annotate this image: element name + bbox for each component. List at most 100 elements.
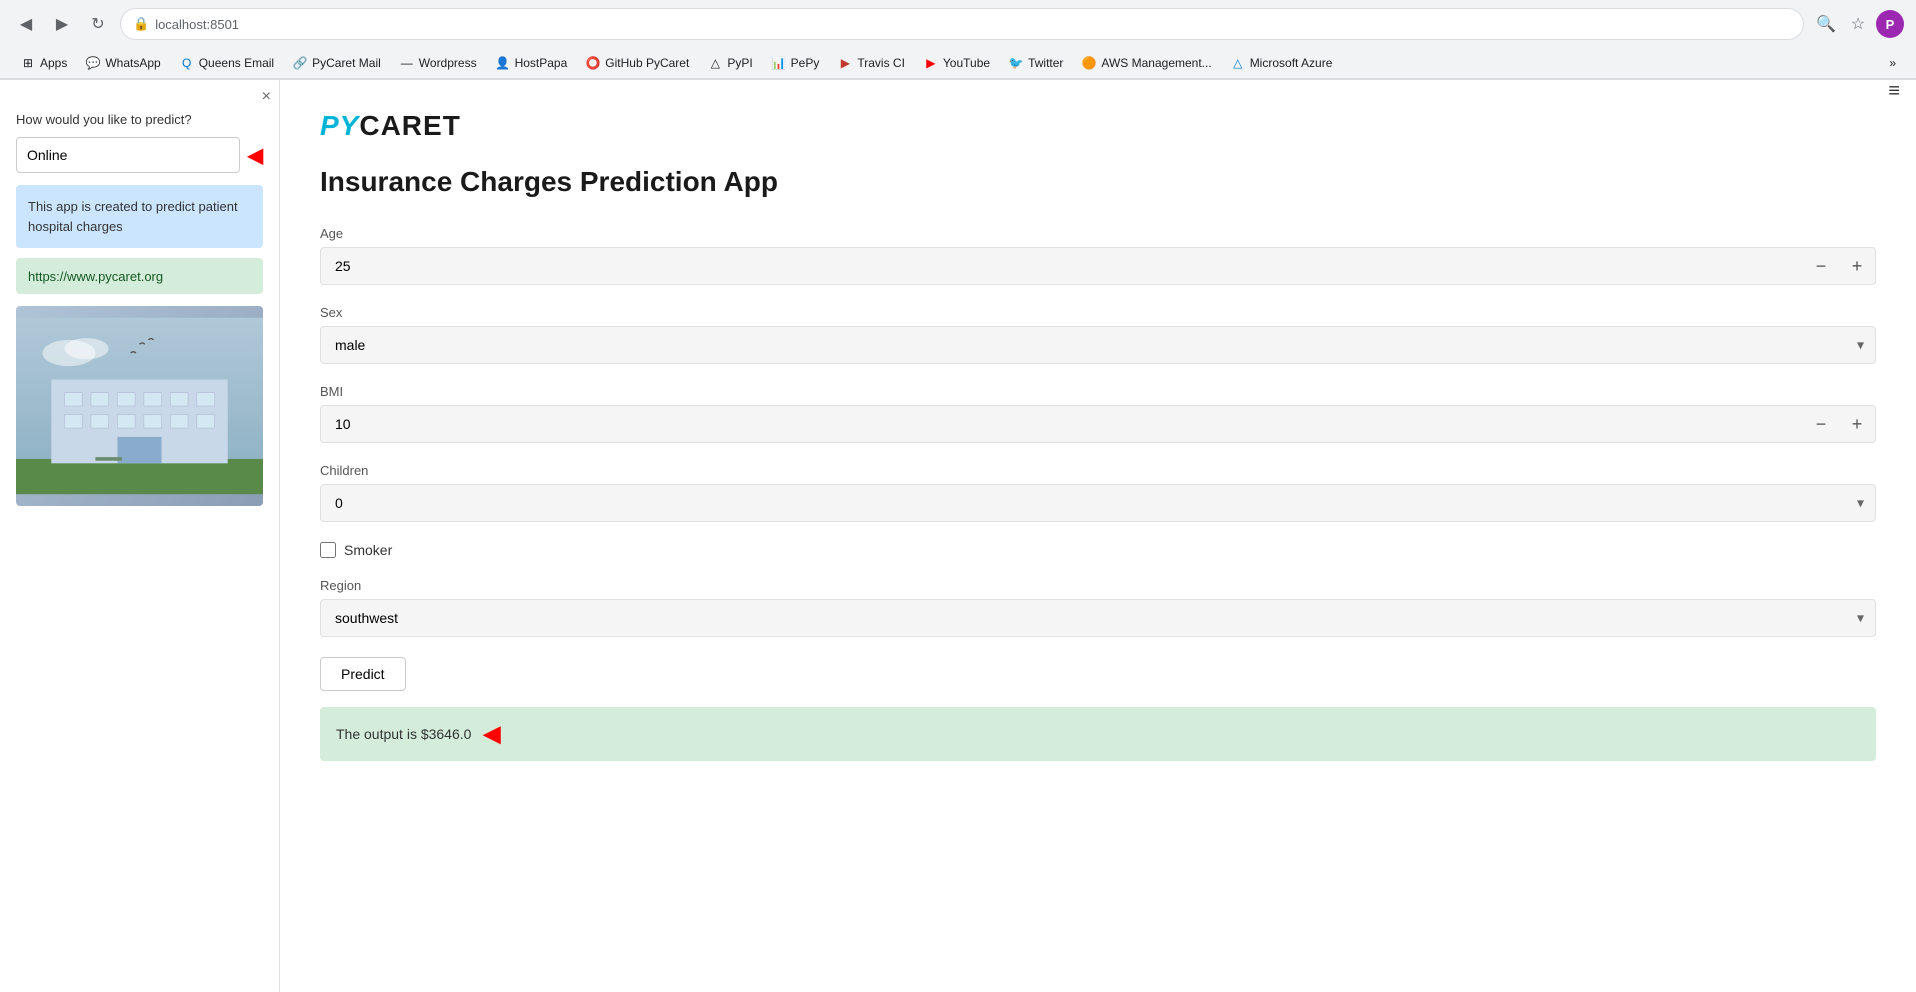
bookmark-twitter[interactable]: 🐦 Twitter: [1000, 52, 1071, 74]
logo-py: PY: [320, 110, 359, 141]
children-label: Children: [320, 463, 1876, 478]
avatar[interactable]: P: [1876, 10, 1904, 38]
age-increment-button[interactable]: +: [1839, 248, 1875, 284]
search-button[interactable]: 🔍: [1812, 10, 1840, 38]
hospital-image: [16, 306, 263, 506]
bookmark-azure-label: Microsoft Azure: [1250, 56, 1333, 70]
bookmark-azure[interactable]: △ Microsoft Azure: [1222, 52, 1341, 74]
sidebar: × How would you like to predict? Online …: [0, 80, 280, 992]
children-select[interactable]: 0 1 2 3 4 5: [320, 484, 1876, 522]
lock-icon: 🔒: [133, 16, 149, 32]
smoker-label: Smoker: [344, 542, 392, 558]
age-input-row: 25 − +: [320, 247, 1876, 285]
children-select-wrapper: 0 1 2 3 4 5: [320, 484, 1876, 522]
children-field-group: Children 0 1 2 3 4 5: [320, 463, 1876, 522]
bmi-input-row: 10 − +: [320, 405, 1876, 443]
wordpress-icon: —: [399, 55, 415, 71]
bookmark-hostpapa-label: HostPapa: [515, 56, 568, 70]
bookmarks-bar: ⊞ Apps 💬 WhatsApp Q Queens Email 🔗 PyCar…: [0, 48, 1916, 79]
bookmark-hostpapa[interactable]: 👤 HostPapa: [487, 52, 576, 74]
bookmark-pepy-label: PePy: [791, 56, 820, 70]
smoker-checkbox-group: Smoker: [320, 542, 1876, 558]
azure-icon: △: [1230, 55, 1246, 71]
bookmark-whatsapp-label: WhatsApp: [105, 56, 160, 70]
bookmark-aws-label: AWS Management...: [1101, 56, 1211, 70]
bmi-decrement-button[interactable]: −: [1803, 406, 1839, 442]
bookmark-aws[interactable]: 🟠 AWS Management...: [1073, 52, 1219, 74]
sidebar-close-button[interactable]: ×: [262, 88, 271, 106]
pepy-icon: 📊: [771, 55, 787, 71]
logo: PYCARET: [320, 110, 461, 142]
app-container: × How would you like to predict? Online …: [0, 80, 1916, 992]
app-title: Insurance Charges Prediction App: [320, 166, 1876, 198]
region-label: Region: [320, 578, 1876, 593]
bookmark-travis-label: Travis CI: [857, 56, 905, 70]
pycaret-logo: PYCARET: [320, 110, 1876, 142]
queens-email-icon: Q: [179, 55, 195, 71]
refresh-button[interactable]: ↻: [84, 10, 112, 38]
bmi-label: BMI: [320, 384, 1876, 399]
bookmark-whatsapp[interactable]: 💬 WhatsApp: [77, 52, 168, 74]
bookmark-github-pycaret[interactable]: ⭕ GitHub PyCaret: [577, 52, 697, 74]
bookmark-youtube[interactable]: ▶ YouTube: [915, 52, 998, 74]
bookmark-pycaret-mail-label: PyCaret Mail: [312, 56, 381, 70]
bookmark-travis[interactable]: ▶ Travis CI: [829, 52, 913, 74]
hamburger-button[interactable]: ≡: [1888, 80, 1900, 103]
age-field-group: Age 25 − +: [320, 226, 1876, 285]
bookmark-wordpress[interactable]: — Wordpress: [391, 52, 485, 74]
region-select[interactable]: southwest southeast northwest northeast: [320, 599, 1876, 637]
region-field-group: Region southwest southeast northwest nor…: [320, 578, 1876, 637]
address-bar[interactable]: 🔒 localhost:8501: [120, 8, 1804, 40]
predict-mode-red-arrow: ◀: [248, 143, 263, 168]
bookmarks-more-btn[interactable]: »: [1881, 53, 1904, 73]
twitter-icon: 🐦: [1008, 55, 1024, 71]
sidebar-content: How would you like to predict? Online Ba…: [0, 80, 279, 522]
info-box: This app is created to predict patient h…: [16, 185, 263, 248]
forward-button[interactable]: ▶: [48, 10, 76, 38]
pypi-icon: △: [707, 55, 723, 71]
main-content: ≡ PYCARET Insurance Charges Prediction A…: [280, 80, 1916, 992]
youtube-icon: ▶: [923, 55, 939, 71]
apps-icon: ⊞: [20, 55, 36, 71]
bookmark-pepy[interactable]: 📊 PePy: [763, 52, 828, 74]
bookmark-twitter-label: Twitter: [1028, 56, 1063, 70]
info-text: This app is created to predict patient h…: [28, 199, 238, 234]
sex-field-group: Sex male female: [320, 305, 1876, 364]
bookmark-queens-email[interactable]: Q Queens Email: [171, 52, 282, 74]
star-button[interactable]: ☆: [1844, 10, 1872, 38]
predict-mode-wrapper: Online Batch ◀: [16, 137, 263, 173]
predict-button[interactable]: Predict: [320, 657, 406, 691]
bmi-increment-button[interactable]: +: [1839, 406, 1875, 442]
predict-mode-select[interactable]: Online Batch: [16, 137, 240, 173]
bookmark-pypi[interactable]: △ PyPI: [699, 52, 760, 74]
bookmark-pycaret-mail[interactable]: 🔗 PyCaret Mail: [284, 52, 389, 74]
bmi-value: 10: [321, 406, 1803, 442]
logo-caret: CARET: [359, 110, 460, 141]
back-button[interactable]: ◀: [12, 10, 40, 38]
pycaret-mail-icon: 🔗: [292, 55, 308, 71]
bookmark-apps[interactable]: ⊞ Apps: [12, 52, 75, 74]
output-text: The output is $3646.0: [336, 726, 471, 742]
hostpapa-icon: 👤: [495, 55, 511, 71]
github-icon: ⭕: [585, 55, 601, 71]
bookmark-queens-email-label: Queens Email: [199, 56, 274, 70]
age-value: 25: [321, 248, 1803, 284]
pycaret-link[interactable]: https://www.pycaret.org: [28, 269, 163, 284]
bookmark-apps-label: Apps: [40, 56, 67, 70]
sex-label: Sex: [320, 305, 1876, 320]
output-box: The output is $3646.0 ◀: [320, 707, 1876, 761]
travis-icon: ▶: [837, 55, 853, 71]
bookmark-wordpress-label: Wordpress: [419, 56, 477, 70]
predict-mode-label: How would you like to predict?: [16, 112, 263, 127]
whatsapp-icon: 💬: [85, 55, 101, 71]
age-label: Age: [320, 226, 1876, 241]
browser-toolbar: ◀ ▶ ↻ 🔒 localhost:8501 🔍 ☆ P: [0, 0, 1916, 48]
sex-select-wrapper: male female: [320, 326, 1876, 364]
sex-select[interactable]: male female: [320, 326, 1876, 364]
link-box[interactable]: https://www.pycaret.org: [16, 258, 263, 294]
age-decrement-button[interactable]: −: [1803, 248, 1839, 284]
browser-actions: 🔍 ☆ P: [1812, 10, 1904, 38]
bookmark-github-label: GitHub PyCaret: [605, 56, 689, 70]
bookmark-youtube-label: YouTube: [943, 56, 990, 70]
smoker-checkbox[interactable]: [320, 542, 336, 558]
